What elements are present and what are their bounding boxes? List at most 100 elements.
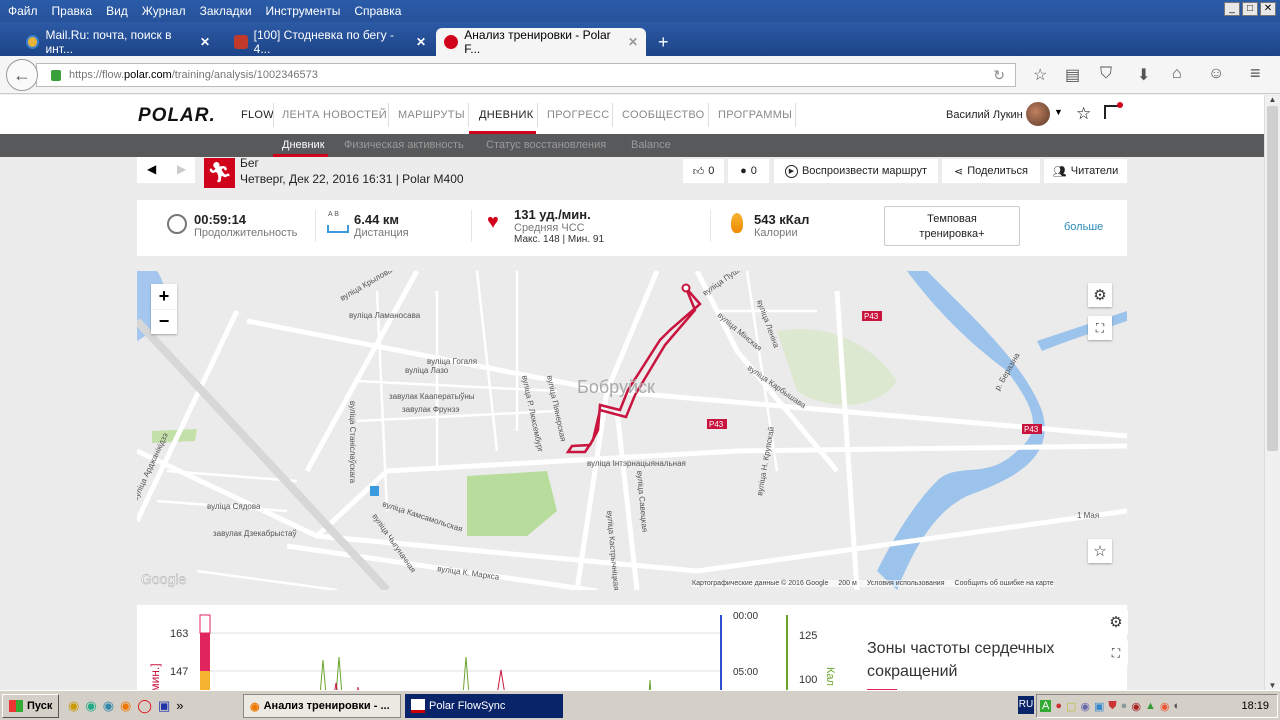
reload-icon[interactable]: ↻ — [993, 67, 1005, 84]
report-error-link[interactable]: Сообщить об ошибке на карте — [955, 580, 1054, 587]
menu-icon[interactable]: ≡ — [1250, 63, 1261, 84]
subnav-activity[interactable]: Физическая активность — [344, 139, 464, 151]
park — [467, 471, 557, 536]
map-settings-gear-icon[interactable]: ⚙ — [1088, 283, 1112, 307]
back-button[interactable]: ← — [6, 59, 38, 91]
close-tab-icon[interactable]: ✕ — [628, 35, 638, 49]
nav-diary[interactable]: ДНЕВНИК — [479, 109, 533, 121]
tray-icon[interactable]: ▣ — [1094, 700, 1104, 713]
menu-bookmarks[interactable]: Закладки — [200, 4, 252, 18]
tray-icon[interactable]: ◉ — [1131, 700, 1141, 713]
chevron-down-icon[interactable]: ▼ — [1054, 107, 1063, 117]
scale-bar: 200 м — [838, 580, 857, 587]
quicklaunch-app-icon[interactable]: ◉ — [103, 698, 114, 714]
more-chevron-icon[interactable]: » — [176, 698, 183, 714]
bookmark-star-icon[interactable]: ☆ — [1033, 65, 1047, 85]
flame-icon — [731, 213, 743, 233]
nav-feed[interactable]: ЛЕНТА НОВОСТЕЙ — [282, 109, 387, 121]
chrome-icon[interactable]: ◉ — [85, 698, 96, 714]
taskbar-firefox-window[interactable]: ◉ Анализ тренировки - ... — [243, 694, 401, 718]
tray-icon[interactable]: ▢ — [1066, 700, 1076, 713]
route-map[interactable]: Бобруйск вуліца Гогаля вуліца Ламаносава… — [137, 271, 1127, 590]
heart-icon: ♥ — [487, 211, 499, 233]
tray-icon[interactable]: ◉ — [1080, 700, 1090, 713]
replay-route-button[interactable]: ▶ Воспроизвести маршрут — [774, 159, 938, 183]
calories-label: Калории — [754, 227, 798, 239]
menu-tools[interactable]: Инструменты — [266, 4, 341, 18]
like-button[interactable]: 👍︎ 0 — [683, 159, 724, 183]
tray-icon[interactable]: ● — [1055, 700, 1062, 712]
url-bar[interactable]: https://flow. polar.com/training/analysis… — [36, 63, 1016, 87]
nav-routes[interactable]: МАРШРУТЫ — [398, 109, 465, 121]
subnav-diary[interactable]: Дневник — [282, 139, 325, 151]
bookmarks-list-icon[interactable]: ▤ — [1065, 65, 1080, 85]
chat-icon[interactable]: ☺ — [1208, 65, 1224, 83]
subnav-recovery[interactable]: Статус восстановления — [486, 139, 606, 151]
close-window-button[interactable]: ✕ — [1260, 2, 1276, 16]
firefox-icon[interactable]: ◉ — [120, 698, 131, 714]
notifications-icon[interactable] — [1104, 102, 1123, 119]
save-disk-icon[interactable]: ▣ — [158, 698, 170, 714]
y-tick: 147 — [170, 666, 188, 678]
language-indicator[interactable]: RU — [1018, 696, 1034, 714]
minimize-button[interactable]: _ — [1224, 2, 1240, 16]
maximize-button[interactable]: □ — [1242, 2, 1258, 16]
new-tab-button[interactable]: + — [650, 28, 677, 56]
polar-logo[interactable]: POLAR. — [138, 105, 216, 127]
clock[interactable]: 18:19 — [1241, 700, 1269, 712]
scrollbar-thumb[interactable] — [1267, 106, 1278, 451]
start-button[interactable]: Пуск — [2, 694, 60, 718]
task-label: Polar FlowSync — [429, 700, 506, 712]
favorites-star-icon[interactable]: ☆ — [1076, 104, 1091, 124]
avatar[interactable] — [1026, 102, 1050, 126]
menu-view[interactable]: Вид — [106, 4, 128, 18]
nav-programs[interactable]: ПРОГРАММЫ — [718, 109, 792, 121]
user-name[interactable]: Василий Лукин — [946, 109, 1023, 121]
chart-settings-gear-icon[interactable]: ⚙ — [1104, 610, 1128, 634]
tray-icon[interactable]: ◐ — [1173, 700, 1180, 712]
previous-session-button[interactable]: ◀ — [147, 162, 156, 176]
tray-icon[interactable]: ● — [1121, 700, 1128, 712]
nav-progress[interactable]: ПРОГРЕСС — [547, 109, 609, 121]
menu-edit[interactable]: Правка — [52, 4, 93, 18]
terms-link[interactable]: Условия использования — [867, 580, 945, 587]
pocket-icon[interactable]: ⛉ — [1100, 65, 1112, 83]
menu-help[interactable]: Справка — [354, 4, 401, 18]
home-icon[interactable]: ⌂ — [1172, 65, 1182, 83]
more-link[interactable]: больше — [1064, 221, 1103, 233]
close-tab-icon[interactable]: ✕ — [416, 35, 426, 49]
next-session-button[interactable]: ▶ — [177, 162, 186, 176]
lock-icon — [51, 69, 61, 81]
tray-icon[interactable]: A — [1040, 700, 1052, 712]
page-scrollbar[interactable]: ▲ ▼ — [1264, 95, 1280, 690]
tab-mailru[interactable]: Mail.Ru: почта, поиск в инт... ✕ — [18, 28, 218, 56]
close-tab-icon[interactable]: ✕ — [200, 35, 210, 49]
y-axis-label: /мин.] — [148, 663, 162, 690]
followers-button[interactable]: 👥︎ Читатели — [1044, 159, 1127, 183]
taskbar-flowsync-window[interactable]: Polar FlowSync — [405, 694, 563, 718]
nav-community[interactable]: СООБЩЕСТВО — [622, 109, 705, 121]
url-path: /training/analysis/1002346573 — [171, 69, 318, 81]
followers-label: Читатели — [1070, 165, 1119, 177]
chart-fullscreen-icon[interactable]: ⛶ — [1104, 641, 1128, 665]
comment-button[interactable]: ● 0 — [728, 159, 769, 183]
city-label: Бобруйск — [577, 377, 655, 397]
share-button[interactable]: ⋖ Поделиться — [942, 159, 1040, 183]
menu-history[interactable]: Журнал — [142, 4, 186, 18]
tray-icon[interactable]: ⛊ — [1108, 700, 1116, 713]
task-label: Анализ тренировки - ... — [263, 700, 390, 712]
tab-polar-analysis[interactable]: Анализ тренировки - Polar F... ✕ — [436, 28, 646, 56]
download-icon[interactable]: ⬇ — [1137, 65, 1150, 85]
subnav-balance[interactable]: Balance — [631, 139, 671, 151]
zoom-out-button[interactable]: − — [151, 309, 177, 334]
opera-icon[interactable]: ◯ — [137, 698, 152, 714]
quicklaunch-app-icon[interactable]: ◉ — [68, 698, 79, 714]
route-path — [565, 287, 702, 454]
map-favorite-star-icon[interactable]: ☆ — [1088, 539, 1112, 563]
tab-stodnevka[interactable]: [100] Стодневка по бегу - 4... ✕ — [226, 28, 434, 56]
tray-icon[interactable]: ▲ — [1145, 700, 1156, 712]
fullscreen-icon[interactable]: ⛶ — [1088, 316, 1112, 340]
menu-file[interactable]: Файл — [8, 4, 38, 18]
tray-icon[interactable]: ◉ — [1160, 700, 1170, 713]
zoom-in-button[interactable]: + — [151, 284, 177, 309]
